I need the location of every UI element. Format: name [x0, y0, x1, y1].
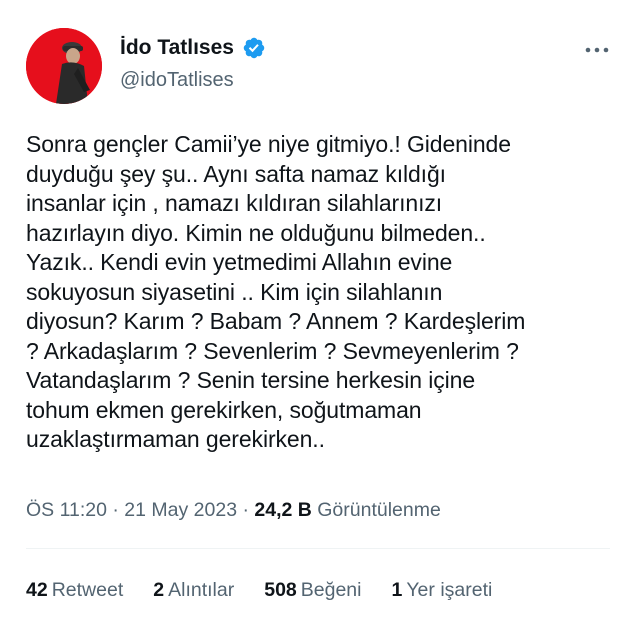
retweets-count: 42 — [26, 579, 48, 601]
tweet-line: Yazık.. Kendi evin yetmedimi Allahın evi… — [26, 249, 453, 275]
quotes-label: Alıntılar — [168, 579, 235, 601]
views-count: 24,2 B — [254, 499, 312, 521]
quotes-count: 2 — [153, 579, 165, 601]
retweets-stat[interactable]: 42 Retweet — [26, 576, 123, 604]
retweets-label: Retweet — [51, 579, 124, 601]
tweet-line: insanlar için , namazı kıldıran silahlar… — [26, 190, 443, 216]
tweet-line: sokuyosun siyasetini .. Kim için silahla… — [26, 278, 443, 305]
bookmarks-label: Yer işareti — [406, 579, 493, 601]
likes-count: 508 — [264, 579, 297, 601]
more-options-button[interactable] — [582, 38, 612, 62]
bookmarks-stat[interactable]: 1 Yer işareti — [391, 576, 492, 604]
tweet-time[interactable]: ÖS 11:20 — [26, 499, 107, 521]
tweet-line: hazırlayın diyo. Kimin ne olduğunu bilme… — [26, 219, 486, 246]
engagement-stats: 42 Retweet 2 Alıntılar 508 Beğeni 1 Yer işar… — [26, 576, 522, 604]
tweet-line: Vatandaşlarım ? Senin tersine herkesin i… — [26, 367, 476, 393]
tweet-line: Sonra gençler Camii’ye niye gitmiyo.! Gi… — [26, 131, 511, 157]
avatar[interactable] — [26, 28, 102, 104]
tweet-line: diyosun? Karım ? Babam ? Annem ? Kardeşl… — [26, 308, 526, 334]
tweet-date[interactable]: 21 May 2023 — [124, 499, 237, 521]
meta-separator: · — [112, 499, 119, 521]
display-name-text[interactable]: İdo Tatlıses — [120, 34, 234, 62]
views-label: Görüntülenme — [317, 499, 441, 521]
meta-separator: · — [242, 499, 249, 521]
tweet-text: Sonra gençler Camii’ye niye gitmiyo.! Gi… — [26, 130, 616, 455]
likes-stat[interactable]: 508 Beğeni — [264, 576, 361, 604]
tweet-line: uzaklaştırmaman gerekirken.. — [26, 426, 325, 452]
quotes-stat[interactable]: 2 Alıntılar — [153, 576, 234, 604]
display-name[interactable]: İdo Tatlıses — [120, 34, 266, 62]
more-dots-icon — [585, 47, 609, 53]
tweet-line: ? Arkadaşlarım ? Sevenlerim ? Sevmeyenle… — [26, 337, 519, 364]
tweet-meta: ÖS 11:20 · 21 May 2023 · 24,2 B Görüntül… — [26, 496, 441, 524]
author-handle[interactable]: @idoTatlises — [120, 66, 234, 94]
divider — [26, 548, 610, 549]
avatar-image — [26, 28, 102, 104]
bookmarks-count: 1 — [391, 579, 403, 601]
tweet-line: tohum ekmen gerekirken, soğutmaman — [26, 396, 422, 423]
likes-label: Beğeni — [300, 579, 362, 601]
tweet-line: duyduğu şey şu.. Aynı safta namaz kıldığ… — [26, 160, 446, 187]
verified-badge-icon — [243, 37, 265, 59]
